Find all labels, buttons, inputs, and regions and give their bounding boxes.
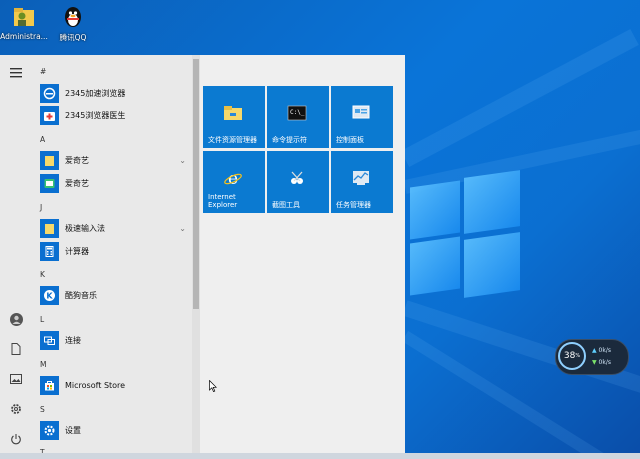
upload-arrow-icon: ▲ [592,347,597,354]
tiles-panel: 文件资源管理器 C:\_ 命令提示符 控制面板 e Internet Explo… [200,55,405,453]
app-item-2345-doctor[interactable]: 2345浏览器医生 [40,105,190,125]
medkit-icon [40,105,59,125]
folder-icon [223,104,243,122]
app-name: 极速输入法 [65,223,105,233]
browser-icon [40,83,59,103]
windows-logo-wallpaper [410,170,520,298]
app-item-microsoft-store[interactable]: Microsoft Store [40,375,190,395]
user-avatar-icon[interactable] [9,312,23,326]
download-rate: ▼ 0k/s [592,359,611,366]
snipping-icon [287,169,307,187]
section-letter[interactable]: K [40,270,45,279]
user-folder-icon [11,4,37,30]
control-panel-icon [351,104,371,122]
folder-icon [40,218,59,238]
cmd-icon: C:\_ [287,104,307,122]
app-name: 计算器 [65,246,89,256]
hamburger-menu-icon[interactable] [9,66,23,80]
section-letter[interactable]: J [40,203,42,212]
app-item-settings[interactable]: 设置 [40,420,190,440]
svg-text:K: K [46,291,53,300]
task-manager-icon [351,169,371,187]
upload-rate-value: 0k/s [598,347,611,354]
app-name: 连接 [65,335,81,345]
tile-internet-explorer[interactable]: e Internet Explorer [203,151,265,213]
app-item-iqiyi[interactable]: 爱奇艺 [40,173,190,193]
qq-penguin-icon [60,4,86,30]
svg-text:C:\_: C:\_ [290,109,305,116]
tile-label: 截图工具 [272,201,300,209]
taskbar-edge [0,453,640,459]
kugou-icon: K [40,285,59,305]
download-rate-value: 0k/s [598,359,611,366]
app-name: 2345浏览器医生 [65,110,126,120]
tile-label: Internet Explorer [208,193,238,209]
desktop-icon-qq[interactable]: 腾讯QQ [49,4,97,43]
tile-label: 控制面板 [336,136,364,144]
power-icon[interactable] [9,432,23,446]
download-arrow-icon: ▼ [592,359,597,366]
upload-rate: ▲ 0k/s [592,347,611,354]
start-menu: # 2345加速浏览器 2345浏览器医生 A 爱奇艺 ⌄ 爱奇艺 J 极速输入… [0,55,405,453]
usage-percent-ring: 38% [558,342,586,370]
app-item-2345-browser[interactable]: 2345加速浏览器 [40,83,190,103]
settings-icon [40,420,59,440]
tile-label: 命令提示符 [272,136,307,144]
settings-gear-icon[interactable] [9,402,23,416]
iqiyi-icon [40,173,59,193]
mouse-cursor-icon [209,379,218,392]
app-item-iqiyi-folder[interactable]: 爱奇艺 ⌄ [40,150,190,170]
usage-percent: 38 [563,351,576,361]
app-name: 酷狗音乐 [65,290,97,300]
tile-control-panel[interactable]: 控制面板 [331,86,393,148]
calculator-icon [40,241,59,261]
folder-icon [40,150,59,170]
store-icon [40,375,59,395]
connect-icon [40,330,59,350]
app-name: 2345加速浏览器 [65,88,126,98]
start-left-rail [0,55,32,453]
desktop-icon-administrator[interactable]: Administra... [0,4,48,41]
tile-label: 文件资源管理器 [208,136,257,144]
scrollbar-thumb[interactable] [193,59,199,309]
app-item-jisu-input-folder[interactable]: 极速输入法 ⌄ [40,218,190,238]
app-list[interactable]: # 2345加速浏览器 2345浏览器医生 A 爱奇艺 ⌄ 爱奇艺 J 极速输入… [32,55,192,453]
chevron-down-icon[interactable]: ⌄ [179,156,186,165]
tile-task-manager[interactable]: 任务管理器 [331,151,393,213]
app-name: 爱奇艺 [65,155,89,165]
desktop-icon-label: 腾讯QQ [59,33,87,42]
network-speed-widget[interactable]: 38% ▲ 0k/s ▼ 0k/s [555,339,629,375]
section-letter[interactable]: A [40,135,45,144]
section-letter[interactable]: # [40,67,46,76]
chevron-down-icon[interactable]: ⌄ [179,224,186,233]
section-letter[interactable]: M [40,360,46,369]
tile-label: 任务管理器 [336,201,371,209]
app-name: 爱奇艺 [65,178,89,188]
app-name: 设置 [65,425,81,435]
tile-snipping-tool[interactable]: 截图工具 [267,151,329,213]
tile-command-prompt[interactable]: C:\_ 命令提示符 [267,86,329,148]
tile-file-explorer[interactable]: 文件资源管理器 [203,86,265,148]
app-name: Microsoft Store [65,380,126,390]
app-list-scrollbar[interactable] [192,55,200,453]
ie-icon: e [223,169,243,189]
desktop-icon-label: Administra... [0,32,48,41]
app-item-kugou[interactable]: K 酷狗音乐 [40,285,190,305]
section-letter[interactable]: L [40,315,44,324]
section-letter[interactable]: S [40,405,45,414]
document-icon[interactable] [9,342,23,356]
pictures-icon[interactable] [9,372,23,386]
app-item-connect[interactable]: 连接 [40,330,190,350]
app-item-calculator[interactable]: 计算器 [40,241,190,261]
usage-percent-sign: % [575,353,581,359]
